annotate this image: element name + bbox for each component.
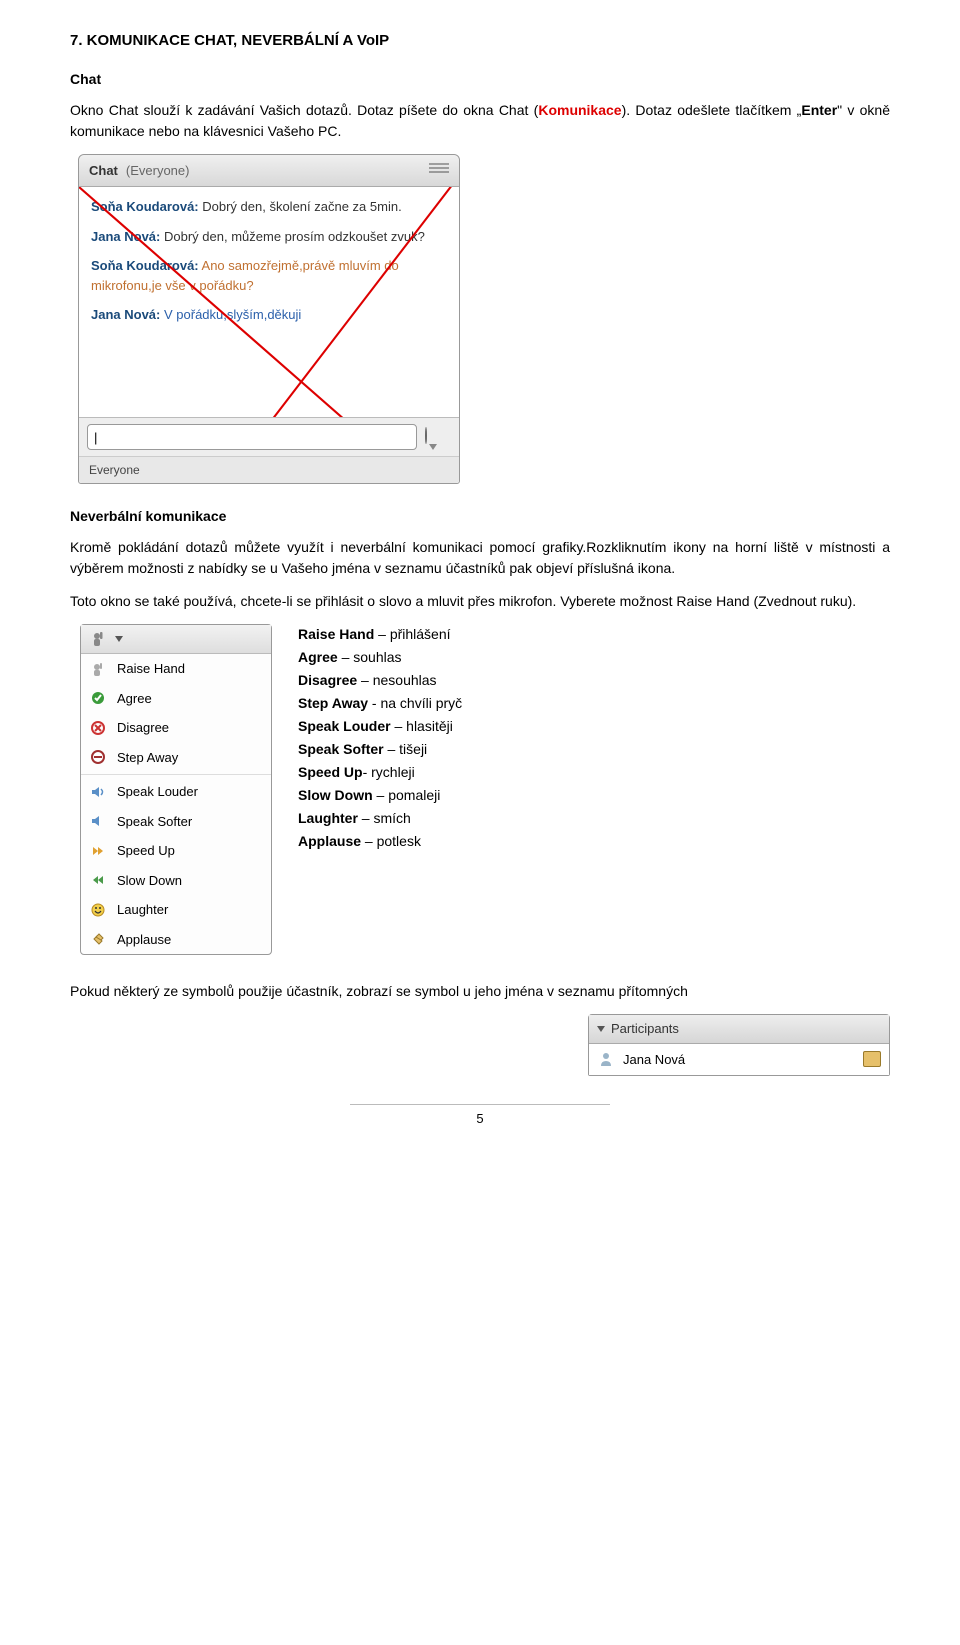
def-term: Disagree xyxy=(298,672,357,688)
raise-hand-icon xyxy=(89,660,107,678)
chat-window: Chat (Everyone) Soňa Koudarová: Dobrý de… xyxy=(78,154,460,485)
cross-lines-overlay xyxy=(79,187,459,417)
chat-desc-text2: ). Dotaz odešlete tlačítkem „ xyxy=(622,102,802,118)
menu-label: Step Away xyxy=(117,748,178,768)
def-term: Laughter xyxy=(298,810,358,826)
chat-desc-enter: Enter xyxy=(801,102,837,118)
chat-author: Jana Nová: xyxy=(91,307,160,322)
raise-hand-definitions: Raise Hand – přihlášení Agree – souhlas … xyxy=(298,624,890,955)
menu-label: Applause xyxy=(117,930,171,950)
menu-item-speak-louder[interactable]: Speak Louder xyxy=(81,777,271,807)
speed-up-icon xyxy=(89,842,107,860)
person-icon xyxy=(597,1050,615,1068)
menu-item-step-away[interactable]: Step Away xyxy=(81,743,271,773)
participant-row: Jana Nová xyxy=(589,1044,889,1076)
menu-label: Slow Down xyxy=(117,871,182,891)
menu-item-applause[interactable]: Applause xyxy=(81,925,271,955)
def-text: – souhlas xyxy=(338,649,402,665)
menu-label: Speed Up xyxy=(117,841,175,861)
nonverbal-para1: Kromě pokládání dotazů můžete využít i n… xyxy=(70,537,890,579)
page-title: 7. KOMUNIKACE CHAT, NEVERBÁLNÍ A VoIP xyxy=(70,30,890,53)
def-term: Agree xyxy=(298,649,338,665)
def-text: – potlesk xyxy=(361,833,421,849)
def-term: Raise Hand xyxy=(298,626,374,642)
def-text: – nesouhlas xyxy=(357,672,436,688)
def-text: – hlasitěji xyxy=(391,718,453,734)
applause-icon xyxy=(89,930,107,948)
chat-text: Dobrý den, můžeme prosím odzkoušet zvuk? xyxy=(164,229,425,244)
def-text: - rychleji xyxy=(363,764,415,780)
menu-label: Raise Hand xyxy=(117,659,185,679)
agree-icon xyxy=(89,689,107,707)
chat-description: Okno Chat slouží k zadávání Vašich dotaz… xyxy=(70,100,890,142)
def-term: Speed Up xyxy=(298,764,363,780)
chat-msg: Jana Nová: Dobrý den, můžeme prosím odzk… xyxy=(91,227,447,247)
chat-input-row xyxy=(79,417,459,456)
menu-item-raise-hand[interactable]: Raise Hand xyxy=(81,654,271,684)
def-text: – pomaleji xyxy=(373,787,441,803)
def-term: Slow Down xyxy=(298,787,373,803)
def-term: Speak Softer xyxy=(298,741,384,757)
send-bubble-icon[interactable] xyxy=(425,426,451,448)
person-raise-icon xyxy=(89,630,107,648)
chat-text: Dobrý den, školení začne za 5min. xyxy=(202,199,401,214)
chat-titlebar: Chat (Everyone) xyxy=(79,155,459,188)
menu-item-agree[interactable]: Agree xyxy=(81,684,271,714)
menu-item-disagree[interactable]: Disagree xyxy=(81,713,271,743)
def-text: – smích xyxy=(358,810,411,826)
chat-scope: (Everyone) xyxy=(126,161,190,181)
raise-hand-top[interactable] xyxy=(81,625,271,654)
chevron-down-icon xyxy=(597,1026,605,1032)
chat-author: Jana Nová: xyxy=(91,229,160,244)
raise-hand-menu: Raise Hand Agree Disagree Step Away Spea… xyxy=(80,624,272,955)
step-away-icon xyxy=(89,748,107,766)
menu-item-slow-down[interactable]: Slow Down xyxy=(81,866,271,896)
chat-desc-red: Komunikace xyxy=(538,102,621,118)
participants-panel: Participants Jana Nová xyxy=(588,1014,890,1076)
menu-item-speak-softer[interactable]: Speak Softer xyxy=(81,807,271,837)
section-heading-nonverbal: Neverbální komunikace xyxy=(70,506,890,527)
chat-text: V pořádku,slyším,děkuji xyxy=(164,307,301,322)
participants-titlebar[interactable]: Participants xyxy=(589,1015,889,1044)
menu-label: Agree xyxy=(117,689,152,709)
menu-item-speed-up[interactable]: Speed Up xyxy=(81,836,271,866)
participants-para: Pokud některý ze symbolů použije účastní… xyxy=(70,981,890,1002)
chat-desc-text: Okno Chat slouží k zadávání Vašich dotaz… xyxy=(70,102,538,118)
chat-body: Soňa Koudarová: Dobrý den, školení začne… xyxy=(79,187,459,417)
chat-author: Soňa Koudarová: xyxy=(91,258,199,273)
menu-item-laughter[interactable]: Laughter xyxy=(81,895,271,925)
def-term: Step Away xyxy=(298,695,368,711)
menu-label: Speak Louder xyxy=(117,782,198,802)
page-number: 5 xyxy=(350,1104,610,1129)
nonverbal-para2: Toto okno se také používá, chcete-li se … xyxy=(70,591,890,612)
def-term: Applause xyxy=(298,833,361,849)
menu-label: Laughter xyxy=(117,900,168,920)
def-text: – tišeji xyxy=(384,741,428,757)
section-heading-chat: Chat xyxy=(70,69,890,90)
def-text: – přihlášení xyxy=(374,626,450,642)
speak-softer-icon xyxy=(89,812,107,830)
chat-msg: Soňa Koudarová: Dobrý den, školení začne… xyxy=(91,197,447,217)
disagree-icon xyxy=(89,719,107,737)
menu-label: Speak Softer xyxy=(117,812,192,832)
menu-label: Disagree xyxy=(117,718,169,738)
chat-title: Chat xyxy=(89,161,118,181)
chat-footer: Everyone xyxy=(79,456,459,483)
participants-title: Participants xyxy=(611,1019,679,1039)
applause-icon xyxy=(863,1051,881,1067)
participant-name: Jana Nová xyxy=(623,1050,685,1070)
chat-msg: Soňa Koudarová: Ano samozřejmě,právě mlu… xyxy=(91,256,447,295)
laughter-icon xyxy=(89,901,107,919)
speak-louder-icon xyxy=(89,783,107,801)
chat-author: Soňa Koudarová: xyxy=(91,199,199,214)
chat-msg: Jana Nová: V pořádku,slyším,děkuji xyxy=(91,305,447,325)
slow-down-icon xyxy=(89,871,107,889)
chat-menu-icon[interactable] xyxy=(429,163,449,177)
chevron-down-icon xyxy=(115,636,123,642)
def-term: Speak Louder xyxy=(298,718,391,734)
def-text: - na chvíli pryč xyxy=(368,695,462,711)
chat-input[interactable] xyxy=(87,424,417,450)
